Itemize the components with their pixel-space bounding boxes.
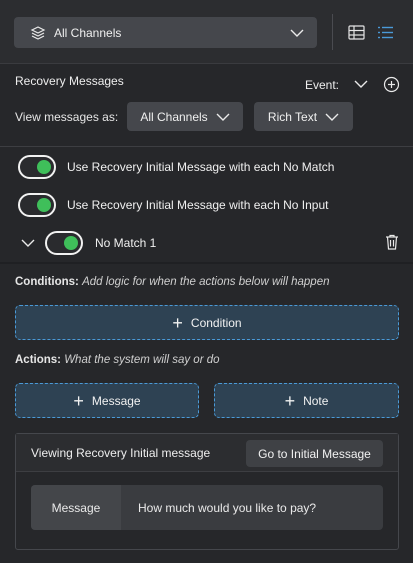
go-to-initial-message-button[interactable]: Go to Initial Message bbox=[246, 440, 383, 467]
plus-icon: + bbox=[284, 390, 296, 411]
toggle-no-input-label: Use Recovery Initial Message with each N… bbox=[67, 198, 329, 212]
message-row-value: How much would you like to pay? bbox=[138, 500, 317, 515]
section-divider bbox=[0, 262, 413, 264]
actions-title: Actions: bbox=[15, 354, 61, 366]
toggle-knob bbox=[37, 160, 51, 174]
actions-hint: What the system will say or do bbox=[64, 354, 220, 366]
add-note-button[interactable]: + Note bbox=[214, 383, 399, 418]
toggle-knob bbox=[37, 198, 51, 212]
add-message-label: Message bbox=[91, 393, 141, 408]
conditions-hint: Add logic for when the actions below wil… bbox=[82, 276, 330, 288]
channel-filter-dropdown[interactable]: All Channels bbox=[127, 102, 243, 131]
recovery-title: Recovery Messages bbox=[15, 74, 124, 88]
toolbar-divider bbox=[332, 14, 333, 50]
view-as-label: View messages as: bbox=[15, 110, 119, 124]
trash-icon[interactable] bbox=[382, 232, 402, 252]
channel-filter-label: All Channels bbox=[140, 109, 208, 124]
conditions-title: Conditions: bbox=[15, 276, 79, 288]
plus-icon: + bbox=[73, 390, 84, 411]
collapse-chevron-icon[interactable] bbox=[18, 233, 38, 253]
channel-select-label: All Channels bbox=[54, 25, 122, 40]
chevron-down-icon bbox=[216, 113, 230, 121]
table-view-icon[interactable] bbox=[346, 22, 366, 42]
chevron-down-icon bbox=[287, 23, 307, 43]
toggle-no-input-recovery[interactable] bbox=[18, 193, 56, 217]
message-row-key: Message bbox=[31, 485, 121, 530]
layers-icon bbox=[28, 23, 48, 43]
toggle-knob bbox=[64, 236, 78, 250]
format-filter-label: Rich Text bbox=[267, 109, 318, 124]
viewer-header: Viewing Recovery Initial message Go to I… bbox=[16, 434, 398, 472]
add-condition-label: Condition bbox=[190, 315, 242, 330]
conditions-heading: Conditions: Add logic for when the actio… bbox=[15, 276, 329, 288]
toggle-no-match-label: Use Recovery Initial Message with each N… bbox=[67, 160, 335, 174]
toggle-no-match-1[interactable] bbox=[45, 231, 83, 255]
add-note-label: Note bbox=[303, 393, 329, 408]
add-message-button[interactable]: + Message bbox=[15, 383, 199, 418]
channel-select[interactable]: All Channels bbox=[14, 17, 317, 48]
format-filter-dropdown[interactable]: Rich Text bbox=[254, 102, 353, 131]
event-chevron-icon[interactable] bbox=[351, 74, 371, 94]
section-divider bbox=[0, 146, 413, 147]
message-row[interactable]: Message How much would you like to pay? bbox=[31, 485, 383, 530]
toggle-no-match-recovery[interactable] bbox=[18, 155, 56, 179]
list-view-icon[interactable] bbox=[375, 22, 395, 42]
viewer-heading: Viewing Recovery Initial message bbox=[31, 446, 211, 460]
event-label: Event: bbox=[305, 78, 340, 92]
no-match-1-label: No Match 1 bbox=[95, 236, 157, 250]
recovery-message-viewer: Viewing Recovery Initial message Go to I… bbox=[15, 433, 399, 550]
add-event-icon[interactable] bbox=[381, 74, 401, 94]
plus-icon: + bbox=[172, 312, 183, 333]
chevron-down-icon bbox=[325, 113, 339, 121]
actions-heading: Actions: What the system will say or do bbox=[15, 354, 220, 366]
add-condition-button[interactable]: + Condition bbox=[15, 305, 399, 340]
